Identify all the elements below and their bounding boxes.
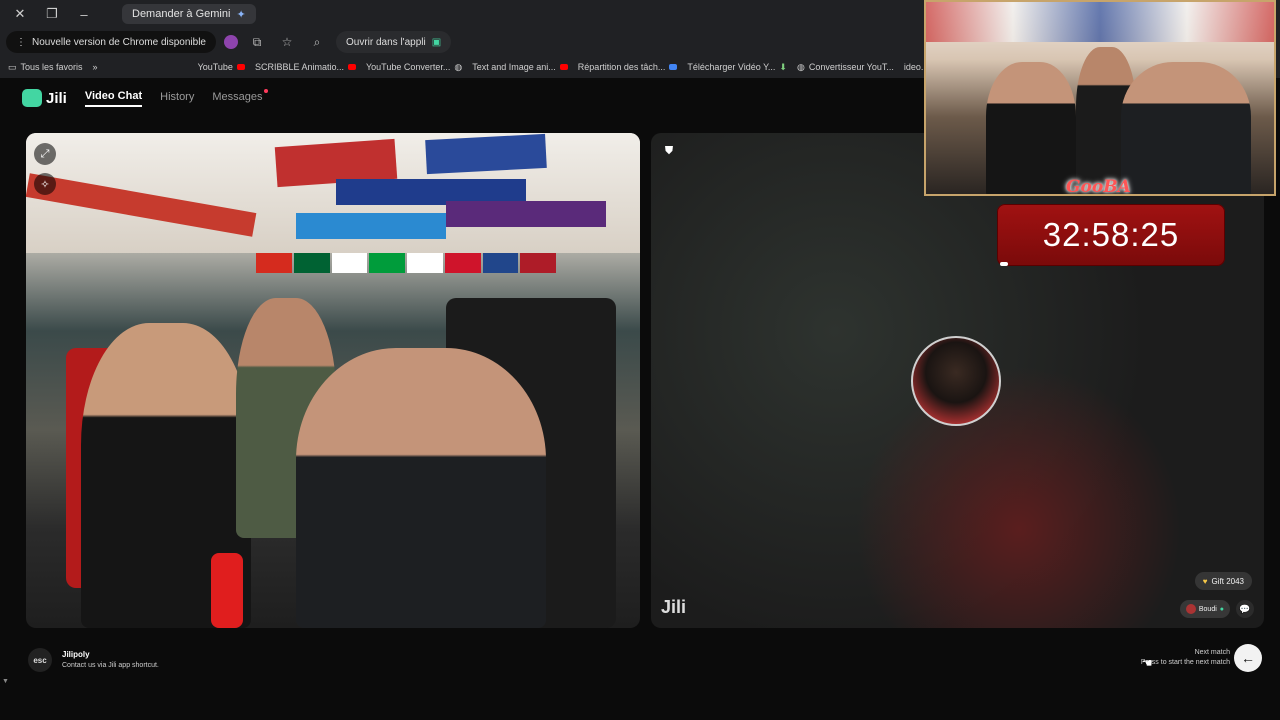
bookmarks-overflow-icon[interactable]: » bbox=[93, 62, 98, 72]
tab-title: Demander à Gemini bbox=[132, 8, 231, 20]
red-cup bbox=[211, 553, 243, 628]
extension-icon[interactable] bbox=[223, 35, 238, 49]
footer-left-info: Jilipoly Contact us via Jili app shortcu… bbox=[62, 650, 159, 671]
notification-dot bbox=[263, 88, 268, 93]
gift-badge-text: Gift 2043 bbox=[1211, 576, 1244, 586]
jili-watermark: Jili bbox=[661, 597, 686, 618]
nav-video-chat[interactable]: Video Chat bbox=[84, 90, 143, 107]
hand-pointer-icon: ☚ bbox=[1142, 656, 1153, 670]
scarf-banner bbox=[446, 201, 606, 227]
bookmark-scribble[interactable]: SCRIBBLE Animatio... bbox=[255, 62, 356, 72]
youtube-icon bbox=[559, 64, 568, 70]
watermark-text: Jili bbox=[661, 597, 687, 617]
close-window-icon[interactable]: ✕ bbox=[6, 2, 34, 26]
timer-progress bbox=[1000, 262, 1008, 266]
bookmark-text-image[interactable]: Text and Image ani... bbox=[472, 62, 568, 72]
magic-wand-icon[interactable]: ✧ bbox=[34, 173, 56, 195]
bookmark-all-favorites[interactable]: ▭ Tous les favoris bbox=[8, 62, 83, 73]
download-icon: ⬇ bbox=[779, 61, 787, 72]
user-chip-name: Boudi bbox=[1198, 605, 1217, 613]
app-icon: ▣ bbox=[431, 36, 442, 48]
logo-text: Jili bbox=[46, 89, 67, 107]
bookmark-label: Convertisseur YouT... bbox=[808, 62, 894, 72]
bookmark-telecharger[interactable]: Télécharger Vidéo Y... ⬇ bbox=[687, 62, 787, 73]
open-in-app-button[interactable]: Ouvrir dans l'appli ▣ bbox=[335, 31, 452, 53]
sparkle-icon: ✦ bbox=[236, 8, 246, 21]
bookmark-label: SCRIBBLE Animatio... bbox=[254, 62, 344, 72]
flag-strip bbox=[256, 253, 556, 273]
ceiling-banners bbox=[26, 133, 640, 253]
nav-messages-label: Messages bbox=[212, 90, 263, 103]
bookmark-label: YouTube bbox=[197, 62, 233, 72]
streamer-name-label: GooBA bbox=[1066, 177, 1131, 196]
search-icon[interactable]: ⌕ bbox=[306, 31, 328, 53]
nav-messages[interactable]: Messages bbox=[212, 88, 268, 106]
bookmark-youtube[interactable]: YouTube bbox=[198, 62, 245, 72]
restore-window-icon[interactable]: ❐ bbox=[38, 2, 66, 26]
globe-icon: ◍ bbox=[796, 61, 805, 72]
update-notice-text: Nouvelle version de Chrome disponible bbox=[32, 36, 206, 48]
bookmark-label: Répartition des tâch... bbox=[577, 62, 666, 72]
footer-right-subtitle: Press to start the next match bbox=[1140, 659, 1230, 666]
menu-dots-icon: ⋮ bbox=[16, 36, 26, 48]
shield-icon[interactable]: ⛊ bbox=[659, 141, 679, 161]
footer-left-subtitle: Contact us via Jili app shortcut. bbox=[62, 661, 159, 669]
youtube-icon bbox=[236, 64, 245, 70]
bookmark-convertisseur[interactable]: ◍ Convertisseur YouT... bbox=[797, 62, 894, 73]
remote-user-avatar bbox=[911, 336, 1001, 426]
folder-icon: ▭ bbox=[8, 61, 17, 72]
user-avatar-mini bbox=[1185, 604, 1196, 614]
flag-banner bbox=[26, 173, 257, 237]
update-notice-button[interactable]: ⋮ Nouvelle version de Chrome disponible bbox=[6, 31, 216, 53]
bookmark-repartition[interactable]: Répartition des tâch... bbox=[578, 62, 678, 72]
gift-badge[interactable]: ♥ Gift 2043 bbox=[1194, 572, 1252, 590]
overlay-banners bbox=[926, 2, 1274, 42]
bookmark-label: Télécharger Vidéo Y... bbox=[687, 62, 776, 72]
bookmark-label: Tous les favoris bbox=[20, 62, 83, 72]
youtube-icon bbox=[347, 64, 356, 70]
jersey-banner bbox=[425, 133, 547, 175]
verified-icon: ● bbox=[1219, 605, 1224, 613]
globe-icon: ◍ bbox=[454, 61, 463, 72]
jili-logo-icon bbox=[22, 89, 42, 107]
install-app-icon[interactable]: ⧉ bbox=[246, 31, 268, 53]
minimize-window-icon[interactable]: – bbox=[70, 2, 98, 26]
bookmark-label: Text and Image ani... bbox=[472, 62, 556, 72]
remote-user-chip[interactable]: Boudi ● bbox=[1179, 600, 1230, 618]
scroll-down-icon[interactable]: ▼ bbox=[2, 678, 9, 685]
footer-left-title: Jilipoly bbox=[62, 649, 90, 659]
docs-icon bbox=[669, 64, 678, 70]
bookmark-star-icon[interactable]: ☆ bbox=[276, 31, 298, 53]
stream-timer: 32:58:25 bbox=[997, 204, 1225, 266]
browser-tab[interactable]: Demander à Gemini ✦ bbox=[122, 4, 256, 24]
local-video-panel: ⤢ ✧ bbox=[26, 133, 640, 628]
jili-logo[interactable]: Jili bbox=[22, 89, 67, 107]
streamer-webcam-overlay: GooBA bbox=[924, 0, 1276, 196]
expand-icon[interactable]: ⤢ bbox=[34, 143, 56, 165]
overlay-person bbox=[986, 62, 1076, 194]
bookmark-label: YouTube Converter... bbox=[365, 62, 451, 72]
bookmark-youtube-converter[interactable]: YouTube Converter... ◍ bbox=[366, 62, 462, 73]
esc-button[interactable]: esc bbox=[28, 648, 52, 672]
footer-right-info: Next match Press to start the next match bbox=[1141, 648, 1230, 668]
footer-right-title: Next match bbox=[1194, 649, 1230, 656]
next-match-button[interactable]: ← bbox=[1234, 644, 1262, 672]
open-in-app-label: Ouvrir dans l'appli bbox=[345, 36, 426, 48]
app-footer: esc Jilipoly Contact us via Jili app sho… bbox=[0, 640, 1280, 680]
scarf-banner bbox=[296, 213, 446, 239]
heart-icon: ♥ bbox=[1202, 576, 1208, 586]
nav-history[interactable]: History bbox=[160, 91, 194, 106]
overlay-person bbox=[1121, 62, 1251, 194]
person-front bbox=[296, 348, 546, 628]
chat-bubble-icon[interactable]: 💬 bbox=[1236, 600, 1254, 618]
